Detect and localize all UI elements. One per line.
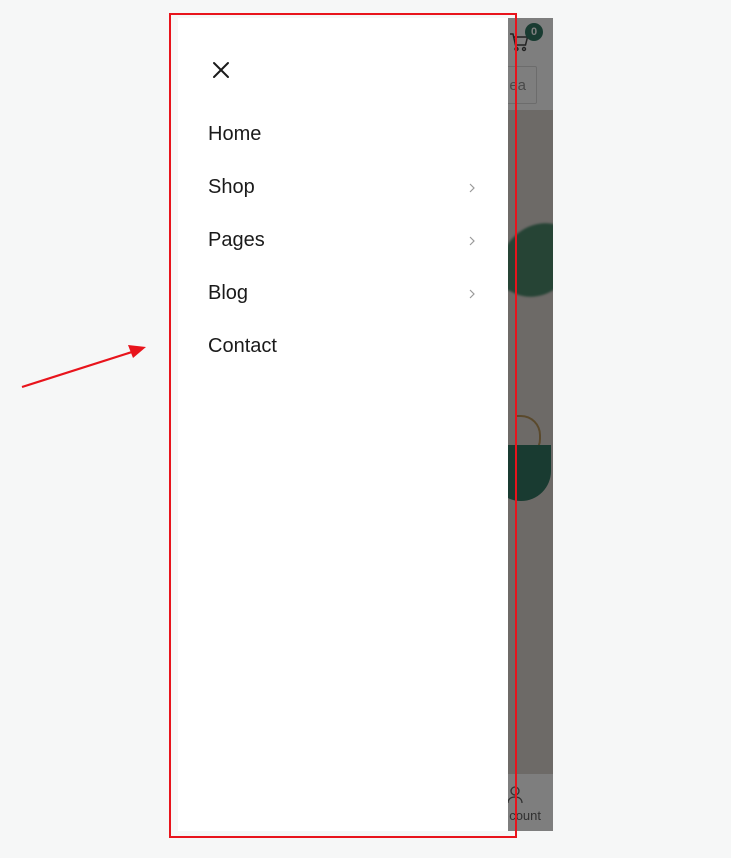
mobile-menu: Home Shop Pages Blog Contact <box>208 108 478 373</box>
menu-item-shop[interactable]: Shop <box>208 161 478 214</box>
menu-item-label: Pages <box>208 229 265 251</box>
chevron-right-icon[interactable] <box>467 234 477 248</box>
menu-item-home[interactable]: Home <box>208 108 478 161</box>
menu-item-label: Blog <box>208 282 249 304</box>
menu-item-label: Shop <box>208 176 255 198</box>
menu-item-pages[interactable]: Pages <box>208 214 478 267</box>
menu-item-label: Home <box>208 123 262 145</box>
menu-item-contact[interactable]: Contact <box>208 320 478 373</box>
screenshot-stage: 0 ea count Home S <box>0 0 731 858</box>
chevron-right-icon[interactable] <box>467 287 477 301</box>
chevron-right-icon[interactable] <box>467 181 477 195</box>
mobile-menu-drawer: Home Shop Pages Blog Contact <box>178 18 508 831</box>
menu-item-blog[interactable]: Blog <box>208 267 478 320</box>
close-icon[interactable] <box>208 57 234 83</box>
menu-item-label: Contact <box>208 335 277 357</box>
